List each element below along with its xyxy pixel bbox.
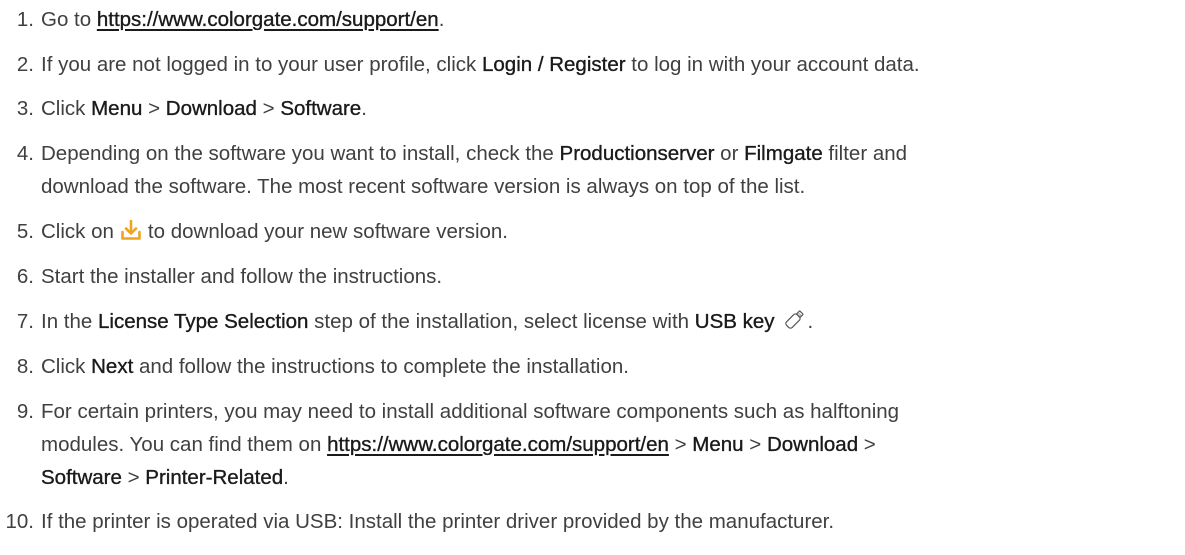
- step-text-segment: .: [807, 310, 814, 333]
- filmgate-label: Filmgate: [744, 142, 823, 165]
- step-text: In the License Type Selection step of th…: [41, 305, 1179, 343]
- step-text-segment: to log in with your account data.: [625, 53, 920, 76]
- step-number: 1.: [16, 8, 34, 31]
- step-number: 6.: [16, 265, 34, 288]
- step-text-segment: .: [438, 8, 445, 31]
- step-text-segment: Click: [41, 355, 92, 378]
- step-text-segment: .: [283, 466, 289, 489]
- download-label: Download: [766, 433, 859, 456]
- step-text-segment: or: [714, 142, 745, 165]
- step-text: Click Menu > Download > Software.: [41, 92, 1179, 125]
- software-label: Software: [280, 97, 362, 120]
- path-separator: >: [142, 97, 166, 120]
- step-number: 9.: [16, 400, 34, 423]
- path-separator: >: [256, 97, 281, 120]
- step-number: 7.: [16, 310, 34, 333]
- step-text-segment: step of the installation, select license…: [308, 310, 695, 333]
- step-text-segment: modules. You can find them on: [41, 433, 328, 456]
- usb-key-icon: [780, 307, 808, 343]
- step-text: If the printer is operated via USB: Inst…: [41, 505, 1179, 538]
- path-separator: >: [668, 433, 693, 456]
- login-register-label: Login / Register: [481, 53, 626, 76]
- step-text: Go to https://www.colorgate.com/support/…: [41, 3, 1179, 36]
- path-separator: >: [121, 466, 146, 489]
- step-text: If you are not logged in to your user pr…: [41, 48, 1179, 81]
- step-text-segment: Depending on the software you want to in…: [41, 142, 560, 165]
- step-text-segment: filter and: [822, 142, 908, 165]
- software-label: Software: [41, 466, 122, 489]
- step-text-segment: Start the installer and follow the instr…: [41, 265, 443, 288]
- instructions-document: 1. Go to https://www.colorgate.com/suppo…: [0, 0, 1185, 555]
- step-number: 10.: [5, 510, 35, 533]
- menu-label: Menu: [91, 97, 143, 120]
- step-text-segment: If you are not logged in to your user pr…: [41, 53, 482, 76]
- step-text-segment: If the printer is operated via USB: Inst…: [41, 510, 835, 533]
- step-text: Click on to download your new software ve…: [41, 215, 1179, 251]
- step-text-segment: Go to: [41, 8, 97, 31]
- step-text-segment: to download your new software version.: [147, 220, 509, 243]
- step-text-segment: In the: [41, 310, 98, 333]
- download-icon: [120, 218, 142, 251]
- step-text: Depending on the software you want to in…: [41, 137, 1179, 203]
- step-text: For certain printers, you may need to in…: [41, 395, 1179, 494]
- step-number: 4.: [16, 142, 34, 165]
- step-text-segment: .: [361, 97, 367, 120]
- path-separator: >: [743, 433, 767, 456]
- license-type-selection-label: License Type Selection: [98, 310, 309, 333]
- step-text-segment: Click: [41, 97, 92, 120]
- step-text-segment: Click on: [41, 220, 114, 243]
- menu-label: Menu: [692, 433, 744, 456]
- printer-related-label: Printer-Related: [145, 466, 284, 489]
- step-text: Start the installer and follow the instr…: [41, 260, 1179, 293]
- step-text-segment: and follow the instructions to complete …: [133, 355, 629, 378]
- download-label: Download: [165, 97, 258, 120]
- productionserver-label: Productionserver: [559, 142, 715, 165]
- colorgate-support-link[interactable]: https://www.colorgate.com/support/en: [97, 8, 439, 31]
- step-number: 3.: [16, 97, 34, 120]
- path-separator: >: [858, 433, 876, 456]
- usb-key-label: USB key: [694, 310, 775, 333]
- step-number: 8.: [16, 355, 34, 378]
- step-text-segment: For certain printers, you may need to in…: [41, 400, 900, 423]
- step-text-segment: download the software. The most recent s…: [41, 175, 806, 198]
- next-label: Next: [91, 355, 134, 378]
- step-text: Click Next and follow the instructions t…: [41, 350, 1179, 383]
- step-number: 5.: [16, 220, 34, 243]
- colorgate-support-link[interactable]: https://www.colorgate.com/support/en: [327, 433, 669, 456]
- step-number: 2.: [16, 53, 34, 76]
